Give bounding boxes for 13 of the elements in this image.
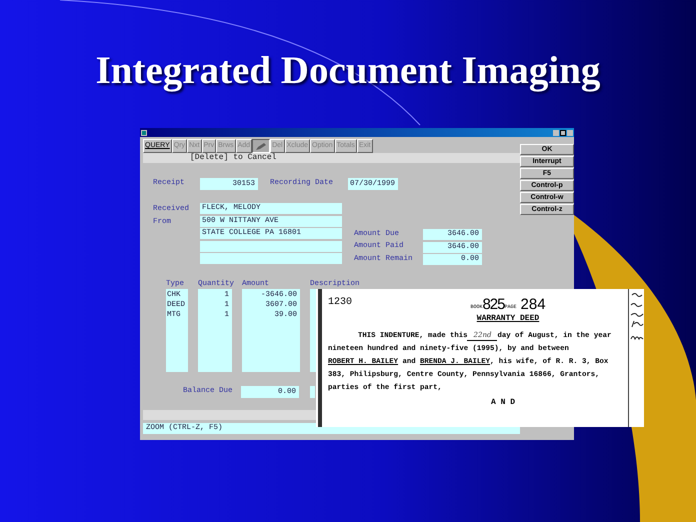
address-field[interactable] (200, 240, 342, 252)
slide-title: Integrated Document Imaging (94, 48, 602, 94)
deed-heading: WARRANTY DEED (476, 313, 540, 325)
page-number: 284 (520, 297, 546, 313)
address-field[interactable] (200, 253, 342, 264)
deed-text: A N D (490, 397, 515, 409)
document-number: 1230 (328, 296, 352, 310)
maximize-button[interactable] (560, 130, 566, 136)
book-number: 825 (482, 297, 504, 313)
pencil-icon (255, 142, 268, 150)
message-bar: [Delete] to Cancel (143, 153, 520, 163)
toolbar-button[interactable] (252, 139, 270, 153)
input-field[interactable] (310, 386, 315, 398)
